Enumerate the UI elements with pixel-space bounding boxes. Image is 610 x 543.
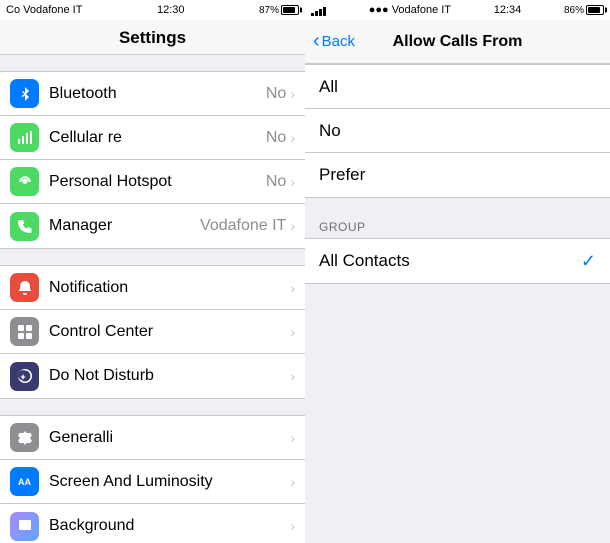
right-signal [311,5,326,16]
manager-chevron: › [290,218,295,234]
nav-title: Allow Calls From [393,33,523,51]
bluetooth-chevron: › [290,86,295,102]
settings-item-hotspot[interactable]: Personal Hotspot No › [0,160,305,204]
option-no-label: No [319,121,596,141]
right-battery-icon [586,5,604,15]
options-group: All No Prefer [305,64,610,198]
settings-item-wallpaper[interactable]: Background › [0,504,305,543]
back-label: Back [322,33,355,50]
hotspot-value: No [266,173,286,191]
back-chevron-icon: ‹ [313,30,320,53]
nav-bar: ‹ Back Allow Calls From [305,20,610,64]
settings-group-1: Bluetooth No › Cellular re No › Personal… [0,71,305,249]
settings-item-notifications[interactable]: Notification › [0,266,305,310]
display-icon: AA [10,467,39,496]
settings-panel: Settings Bluetooth No › Cellular re No ›… [0,20,305,543]
control-center-icon [10,317,39,346]
display-chevron: › [290,474,295,490]
dnd-chevron: › [290,368,295,384]
hotspot-label: Personal Hotspot [49,173,266,191]
cellular-chevron: › [290,130,295,146]
option-all[interactable]: All [305,65,610,109]
option-no[interactable]: No [305,109,610,153]
group-options: All Contacts ✓ [305,238,610,284]
back-button[interactable]: ‹ Back [313,30,355,53]
manager-value: Vodafone IT [200,217,286,235]
notifications-label: Notification [49,279,290,297]
bluetooth-icon [10,79,39,108]
divider [305,198,610,214]
display-label: Screen And Luminosity [49,473,290,491]
right-carrier: ●●● Vodafone IT [369,4,451,16]
general-label: Generalli [49,429,290,447]
left-battery-fill [283,7,295,13]
bluetooth-label: Bluetooth [49,85,266,103]
settings-item-general[interactable]: Generalli › [0,416,305,460]
left-battery-icon [281,5,299,15]
right-battery: 86% [564,5,604,16]
settings-item-dnd[interactable]: Do Not Disturb › [0,354,305,398]
wallpaper-chevron: › [290,518,295,534]
settings-item-bluetooth[interactable]: Bluetooth No › [0,72,305,116]
bluetooth-value: No [266,85,286,103]
hotspot-chevron: › [290,174,295,190]
notifications-icon [10,273,39,302]
settings-item-display[interactable]: AA Screen And Luminosity › [0,460,305,504]
group-section-header: GROUP [305,214,610,238]
wallpaper-label: Background [49,517,290,535]
dnd-icon [10,362,39,391]
wallpaper-icon [10,512,39,541]
settings-item-control-center[interactable]: Control Center › [0,310,305,354]
all-contacts-checkmark: ✓ [581,251,596,272]
settings-group-2: Notification › Control Center › Do Not D… [0,265,305,399]
signal-bar-1 [311,13,314,16]
right-time: 12:34 [494,4,522,16]
right-status-bar: ●●● Vodafone IT 12:34 86% [305,0,610,20]
option-prefer[interactable]: Prefer [305,153,610,197]
option-all-contacts[interactable]: All Contacts ✓ [305,239,610,283]
control-center-label: Control Center [49,323,290,341]
settings-group-3: Generalli › AA Screen And Luminosity › B… [0,415,305,543]
control-center-chevron: › [290,324,295,340]
general-icon [10,423,39,452]
left-status-bar: Co Vodafone IT 12:30 87% [0,0,305,20]
cellular-label: Cellular re [49,129,266,147]
right-battery-fill [588,7,600,13]
cellular-value: No [266,129,286,147]
settings-item-cellular[interactable]: Cellular re No › [0,116,305,160]
manager-label: Manager [49,217,200,235]
hotspot-icon [10,167,39,196]
general-chevron: › [290,430,295,446]
dnd-label: Do Not Disturb [49,367,290,385]
signal-bar-2 [315,11,318,16]
cellular-icon [10,123,39,152]
right-battery-label: 86% [564,5,584,16]
settings-item-manager[interactable]: Manager Vodafone IT › [0,204,305,248]
left-battery: 87% [259,5,299,16]
left-battery-label: 87% [259,5,279,16]
settings-title: Settings [0,20,305,55]
option-prefer-label: Prefer [319,165,596,185]
phone-icon [10,212,39,241]
option-all-label: All [319,77,596,97]
left-carrier: Co Vodafone IT [6,4,82,16]
all-contacts-label: All Contacts [319,251,581,271]
notifications-chevron: › [290,280,295,296]
left-time: 12:30 [157,4,185,16]
allow-calls-panel: ‹ Back Allow Calls From All No Prefer GR… [305,20,610,543]
signal-bar-4 [323,7,326,16]
signal-bar-3 [319,9,322,16]
